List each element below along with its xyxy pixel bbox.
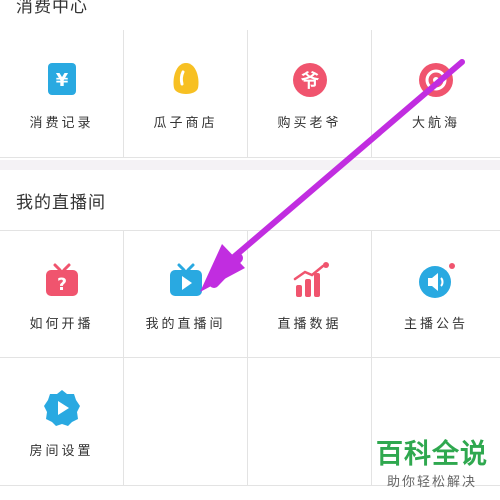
buy-lord-label: 购买老爷 <box>277 116 342 131</box>
voyage-icon <box>416 60 456 100</box>
consume-center-panel: 消费中心 ¥ 消费记录 瓜子商店 爷 购买老爷 大航海 <box>0 0 500 160</box>
lord-badge-icon: 爷 <box>290 60 330 100</box>
consume-record-label: 消费记录 <box>29 116 94 131</box>
tv-play-icon <box>166 261 206 301</box>
voyage-button[interactable]: 大航海 <box>372 30 500 158</box>
live-data-button[interactable]: 直播数据 <box>248 230 372 358</box>
my-live-room-title: 我的直播间 <box>16 193 106 213</box>
speaker-icon <box>416 261 456 301</box>
watermark-subtitle: 助你轻松解决 <box>386 475 477 490</box>
room-settings-button[interactable]: 房间设置 <box>0 358 124 486</box>
consume-center-title: 消费中心 <box>16 0 88 17</box>
buy-lord-button[interactable]: 爷 购买老爷 <box>248 30 372 158</box>
section-divider <box>0 160 500 170</box>
seed-shop-label: 瓜子商店 <box>153 116 218 131</box>
seed-shop-icon <box>166 60 206 100</box>
help-tv-icon: ? <box>42 261 82 301</box>
live-data-label: 直播数据 <box>277 317 342 332</box>
consume-record-button[interactable]: ¥ 消费记录 <box>0 30 124 158</box>
play-gear-icon <box>42 388 82 428</box>
my-live-room-label: 我的直播间 <box>145 317 226 332</box>
room-settings-label: 房间设置 <box>29 444 94 459</box>
svg-text:爷: 爷 <box>301 70 320 92</box>
host-announcement-button[interactable]: 主播公告 <box>372 230 500 358</box>
empty-cell <box>248 358 372 486</box>
bar-chart-icon <box>290 261 330 301</box>
watermark-title: 百科全说 <box>376 439 488 470</box>
yuan-wallet-icon: ¥ <box>42 60 82 100</box>
watermark-logo: 百科全说 助你轻松解决 <box>376 439 488 490</box>
host-announcement-label: 主播公告 <box>403 317 468 332</box>
how-to-stream-label: 如何开播 <box>29 317 94 332</box>
my-live-room-button[interactable]: 我的直播间 <box>124 230 248 358</box>
voyage-label: 大航海 <box>411 116 460 131</box>
svg-text:?: ? <box>57 275 67 295</box>
how-to-stream-button[interactable]: ? 如何开播 <box>0 230 124 358</box>
svg-text:¥: ¥ <box>55 70 68 91</box>
empty-cell <box>124 358 248 486</box>
seed-shop-button[interactable]: 瓜子商店 <box>124 30 248 158</box>
